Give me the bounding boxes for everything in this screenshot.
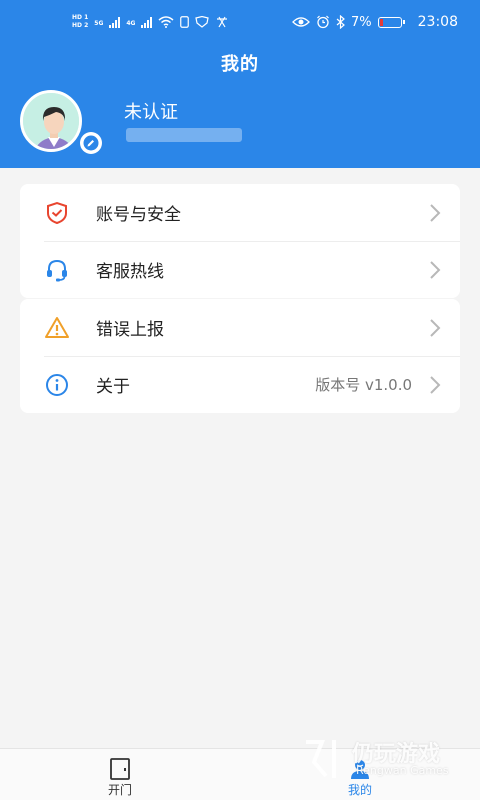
menu-card-info: 错误上报 关于 版本号 v1.0.0 <box>20 299 460 413</box>
chevron-right-icon <box>430 261 441 279</box>
watermark-subtext: Rengwan Games <box>356 764 449 777</box>
tab-label: 开门 <box>107 783 132 797</box>
battery-icon <box>377 16 405 28</box>
menu-item-account-security[interactable]: 账号与安全 <box>20 184 460 241</box>
alarm-icon <box>317 15 329 29</box>
signal-icon <box>109 16 121 28</box>
page-title: 我的 <box>221 54 259 75</box>
signal-icon-2 <box>141 16 153 28</box>
menu-item-about[interactable]: 关于 版本号 v1.0.0 <box>20 356 460 413</box>
net1-label: 5G <box>94 20 104 27</box>
avatar-image <box>20 90 82 152</box>
menu-item-label: 账号与安全 <box>96 205 181 225</box>
eye-icon <box>292 17 310 27</box>
profile-header: HD 1 HD 2 5G 4G 7% 23:08 我的 未认证 <box>0 0 480 168</box>
version-text: 版本号 v1.0.0 <box>315 376 412 394</box>
chevron-right-icon <box>430 376 441 394</box>
avatar[interactable] <box>20 90 102 154</box>
net2-label: 4G <box>126 20 136 27</box>
info-icon <box>46 374 68 396</box>
user-subtitle-blurred <box>126 128 242 142</box>
hd1-label: HD 1 <box>72 14 89 21</box>
menu-item-label: 关于 <box>96 377 130 397</box>
shield-check-icon <box>47 201 67 225</box>
chevron-right-icon <box>430 204 441 222</box>
hd-indicator: HD 1 HD 2 <box>72 14 88 30</box>
menu-item-error-report[interactable]: 错误上报 <box>20 299 460 356</box>
warning-icon <box>45 317 69 338</box>
menu-card-account: 账号与安全 客服热线 <box>20 184 460 298</box>
edit-avatar-button[interactable] <box>80 132 102 154</box>
bluetooth-icon <box>336 15 345 29</box>
menu-item-label: 客服热线 <box>96 262 164 282</box>
pencil-icon <box>83 135 99 151</box>
status-left: HD 1 HD 2 5G 4G <box>72 14 229 30</box>
chevron-right-icon <box>430 319 441 337</box>
battery-percent: 7% <box>351 14 372 30</box>
watermark: 仍玩游戏 Rengwan Games <box>300 730 470 784</box>
headset-icon <box>47 259 67 282</box>
shield-status-icon <box>195 16 210 28</box>
notification-icon <box>217 16 228 28</box>
menu-item-label: 错误上报 <box>96 320 164 340</box>
user-name: 未认证 <box>124 102 178 123</box>
watermark-logo-icon <box>306 740 336 778</box>
sim-icon <box>180 16 190 28</box>
clock: 23:08 <box>417 14 458 30</box>
avatar-illustration-icon <box>23 93 79 149</box>
door-icon <box>110 758 130 780</box>
status-right: 7% 23:08 <box>292 14 458 30</box>
status-bar: HD 1 HD 2 5G 4G 7% 23:08 <box>0 0 480 44</box>
tab-open-door[interactable]: 开门 <box>60 749 180 800</box>
hd2-label: HD 2 <box>72 22 89 29</box>
wifi-icon <box>158 16 174 28</box>
menu-item-customer-service[interactable]: 客服热线 <box>20 241 460 298</box>
